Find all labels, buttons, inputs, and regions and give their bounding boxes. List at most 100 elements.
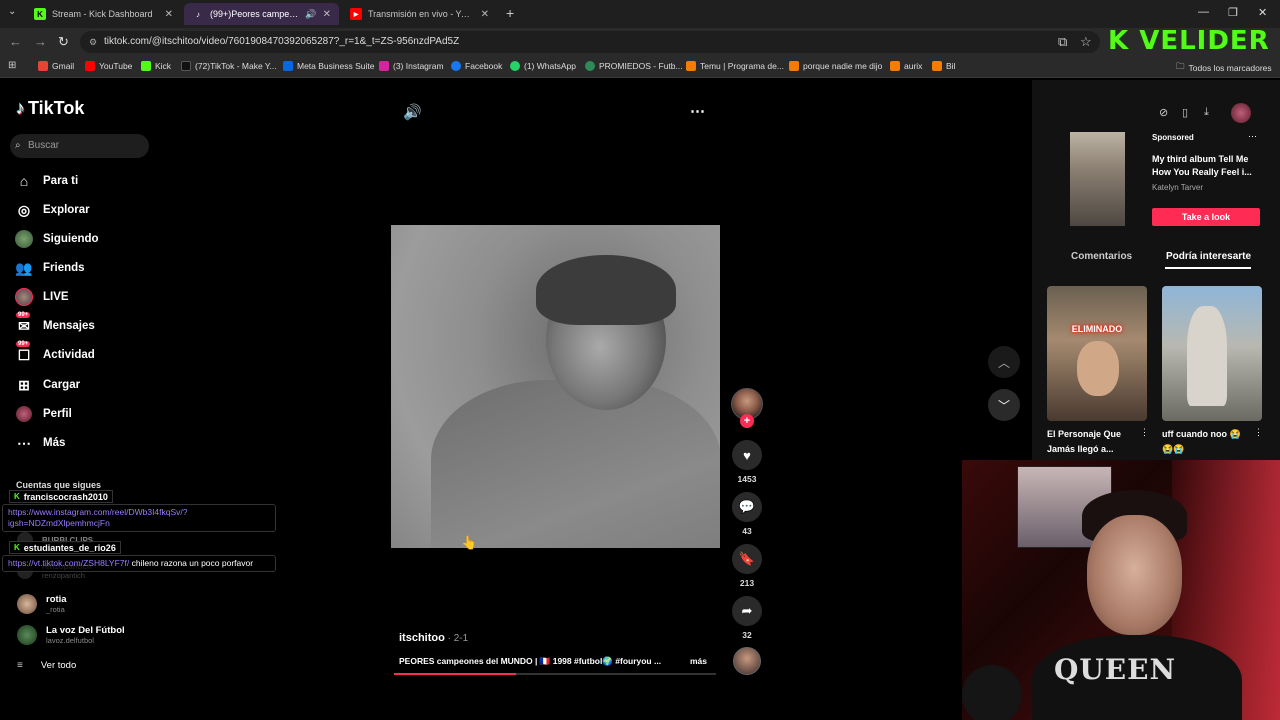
ad-more-icon[interactable]: ⋯ bbox=[1248, 131, 1257, 142]
tab-comentarios[interactable]: Comentarios bbox=[1071, 251, 1132, 262]
back-icon[interactable]: ← bbox=[9, 34, 22, 49]
bookmark-whatsapp[interactable]: (1) WhatsApp bbox=[510, 61, 576, 71]
save-button[interactable]: 🔖 213 bbox=[731, 544, 763, 588]
more-link[interactable]: más bbox=[690, 656, 707, 666]
comment-button[interactable]: 💬 43 bbox=[731, 492, 763, 536]
volume-icon[interactable]: 🔊 bbox=[403, 103, 422, 121]
new-tab-button[interactable]: + bbox=[506, 5, 514, 21]
previous-video-button[interactable]: ︿ bbox=[988, 346, 1020, 378]
tab-list-icon[interactable]: ⌄ bbox=[8, 6, 16, 17]
folder-icon: 🗀 bbox=[1176, 61, 1185, 71]
nav-cargar[interactable]: ⊞ Cargar bbox=[14, 374, 80, 396]
account-rotia[interactable]: rotia _rotia bbox=[17, 594, 67, 614]
like-button[interactable]: ♥ 1453 bbox=[731, 440, 763, 484]
tab-youtube-live[interactable]: ▶ Transmisión en vivo - YouTube ✕ bbox=[342, 3, 497, 25]
active-tab-indicator bbox=[1165, 267, 1251, 269]
suggested-video-1-caption[interactable]: El Personaje Que Jamás llegó a... bbox=[1047, 427, 1147, 457]
share-button[interactable]: ➦ 32 bbox=[731, 596, 763, 640]
bookmark-gmail[interactable]: Gmail bbox=[38, 61, 74, 71]
next-video-button[interactable]: ﹀ bbox=[988, 389, 1020, 421]
sound-avatar[interactable] bbox=[733, 647, 761, 675]
bookmark-star-icon[interactable]: ☆ bbox=[1080, 34, 1092, 50]
bookmark-promiedos[interactable]: PROMIEDOS - Futb... bbox=[585, 61, 683, 71]
youtube-icon: ▶ bbox=[350, 8, 362, 20]
ad-title[interactable]: My third album Tell Me How You Really Fe… bbox=[1152, 153, 1260, 179]
search-input[interactable]: ⌕ Buscar bbox=[10, 134, 149, 158]
bookmark-porque[interactable]: porque nadie me dijo bbox=[789, 61, 882, 71]
thumb-face bbox=[1077, 341, 1119, 396]
minimize-icon[interactable]: — bbox=[1198, 6, 1209, 18]
ad-thumbnail[interactable] bbox=[1070, 132, 1125, 226]
video-author[interactable]: itschitoo · 2-1 bbox=[399, 632, 468, 644]
account-la-voz-del-futbol[interactable]: La voz Del Fútbol lavoz.delfutbol bbox=[17, 625, 125, 645]
activity-icon: ☐ 99+ bbox=[16, 341, 31, 363]
forward-icon[interactable]: → bbox=[34, 34, 47, 49]
all-bookmarks-button[interactable]: 🗀 Todos los marcadores bbox=[1176, 61, 1272, 75]
bookmark-aurix[interactable]: aurix bbox=[890, 61, 922, 71]
video-progress-fill bbox=[394, 673, 517, 675]
restore-icon[interactable]: ❐ bbox=[1228, 6, 1238, 19]
take-a-look-button[interactable]: Take a look bbox=[1152, 208, 1260, 226]
close-window-icon[interactable]: ✕ bbox=[1258, 6, 1267, 19]
shirt-print-text: QUEEN bbox=[1054, 653, 1177, 686]
tiktok-sidebar: ♪ TikTok ⌕ Buscar ⌂ Para ti ◎ Explorar Sig… bbox=[0, 80, 290, 720]
following-header: Cuentas que sigues bbox=[16, 480, 102, 490]
share-icon: ➦ bbox=[732, 596, 762, 626]
close-tab-icon[interactable]: ✕ bbox=[481, 9, 489, 20]
audio-playing-icon[interactable]: 🔊 bbox=[305, 9, 316, 20]
nav-para-ti[interactable]: ⌂ Para ti bbox=[14, 170, 78, 192]
bookmark-instagram[interactable]: (3) Instagram bbox=[379, 61, 444, 71]
nav-actividad[interactable]: ☐ 99+ Actividad bbox=[14, 341, 95, 366]
gmail-icon bbox=[38, 61, 48, 71]
activity-badge: 99+ bbox=[16, 341, 31, 347]
compass-icon[interactable]: ⊘ bbox=[1159, 106, 1168, 119]
device-icon[interactable]: ▯ bbox=[1182, 106, 1188, 119]
suggested-video-2-caption[interactable]: uff cuando noo 😭 😭😭 bbox=[1162, 427, 1250, 457]
suggested-video-2[interactable] bbox=[1162, 286, 1262, 421]
caption-more-icon[interactable]: ⋮ bbox=[1140, 427, 1149, 438]
avatar bbox=[17, 594, 37, 614]
see-all-link[interactable]: ≡ Ver todo bbox=[17, 660, 76, 671]
nav-live[interactable]: LIVE bbox=[14, 286, 69, 308]
facebook-icon bbox=[451, 61, 461, 71]
sponsored-label: Sponsored bbox=[1152, 133, 1194, 142]
bookmark-temu[interactable]: Temu | Programa de... bbox=[686, 61, 784, 71]
close-tab-icon[interactable]: ✕ bbox=[323, 9, 331, 20]
apps-grid-icon[interactable]: ⊞ bbox=[8, 60, 16, 71]
site-info-icon[interactable]: ⚙ bbox=[89, 31, 97, 53]
tiktok-note-icon: ♪ bbox=[16, 98, 25, 118]
follow-plus-button[interactable]: + bbox=[740, 414, 754, 428]
tab-podria-interesarte[interactable]: Podría interesarte bbox=[1166, 251, 1251, 262]
folder-icon bbox=[789, 61, 799, 71]
nav-friends[interactable]: 👥 Friends bbox=[14, 257, 84, 279]
bookmark-bil[interactable]: Bil bbox=[932, 61, 955, 71]
close-tab-icon[interactable]: ✕ bbox=[165, 9, 173, 20]
nav-siguiendo[interactable]: Siguiendo bbox=[14, 228, 99, 250]
suggested-video-1[interactable]: ELIMINADO bbox=[1047, 286, 1147, 421]
ad-artist: Katelyn Tarver bbox=[1152, 183, 1203, 192]
avatar bbox=[17, 625, 37, 645]
video-content[interactable] bbox=[391, 225, 720, 548]
video-progress-bar[interactable] bbox=[394, 673, 716, 675]
caption-more-icon[interactable]: ⋮ bbox=[1254, 427, 1263, 438]
tab-tiktok-video[interactable]: ♪ (99+)Peores campeones del 🔊 ✕ bbox=[184, 3, 339, 25]
nav-mas[interactable]: ⋯ Más bbox=[14, 432, 65, 454]
bookmark-youtube[interactable]: YouTube bbox=[85, 61, 132, 71]
url-input[interactable]: ⚙ tiktok.com/@itschitoo/video/7601908470… bbox=[80, 31, 1100, 53]
bookmark-meta[interactable]: Meta Business Suite bbox=[283, 61, 374, 71]
install-app-icon[interactable]: ⧉ bbox=[1058, 34, 1067, 50]
bookmark-kick[interactable]: Kick bbox=[141, 61, 171, 71]
nav-mensajes[interactable]: ✉ 99+ Mensajes bbox=[14, 312, 95, 337]
nav-perfil[interactable]: Perfil bbox=[14, 403, 72, 425]
bil-icon bbox=[932, 61, 942, 71]
nav-explorar[interactable]: ◎ Explorar bbox=[14, 199, 90, 221]
tab-kick-dashboard[interactable]: K Stream - Kick Dashboard ✕ bbox=[26, 3, 181, 25]
more-options-icon[interactable]: ⋯ bbox=[690, 102, 705, 120]
reload-icon[interactable]: ↻ bbox=[58, 34, 69, 50]
bookmark-facebook[interactable]: Facebook bbox=[451, 61, 502, 71]
tiktok-icon: ♪ bbox=[196, 9, 200, 19]
tiktok-logo[interactable]: ♪ TikTok bbox=[16, 98, 84, 119]
bookmark-tiktok[interactable]: (72)TikTok - Make Y... bbox=[181, 61, 277, 71]
user-avatar[interactable] bbox=[1231, 103, 1251, 123]
download-icon[interactable]: ⤓ bbox=[1204, 106, 1209, 119]
